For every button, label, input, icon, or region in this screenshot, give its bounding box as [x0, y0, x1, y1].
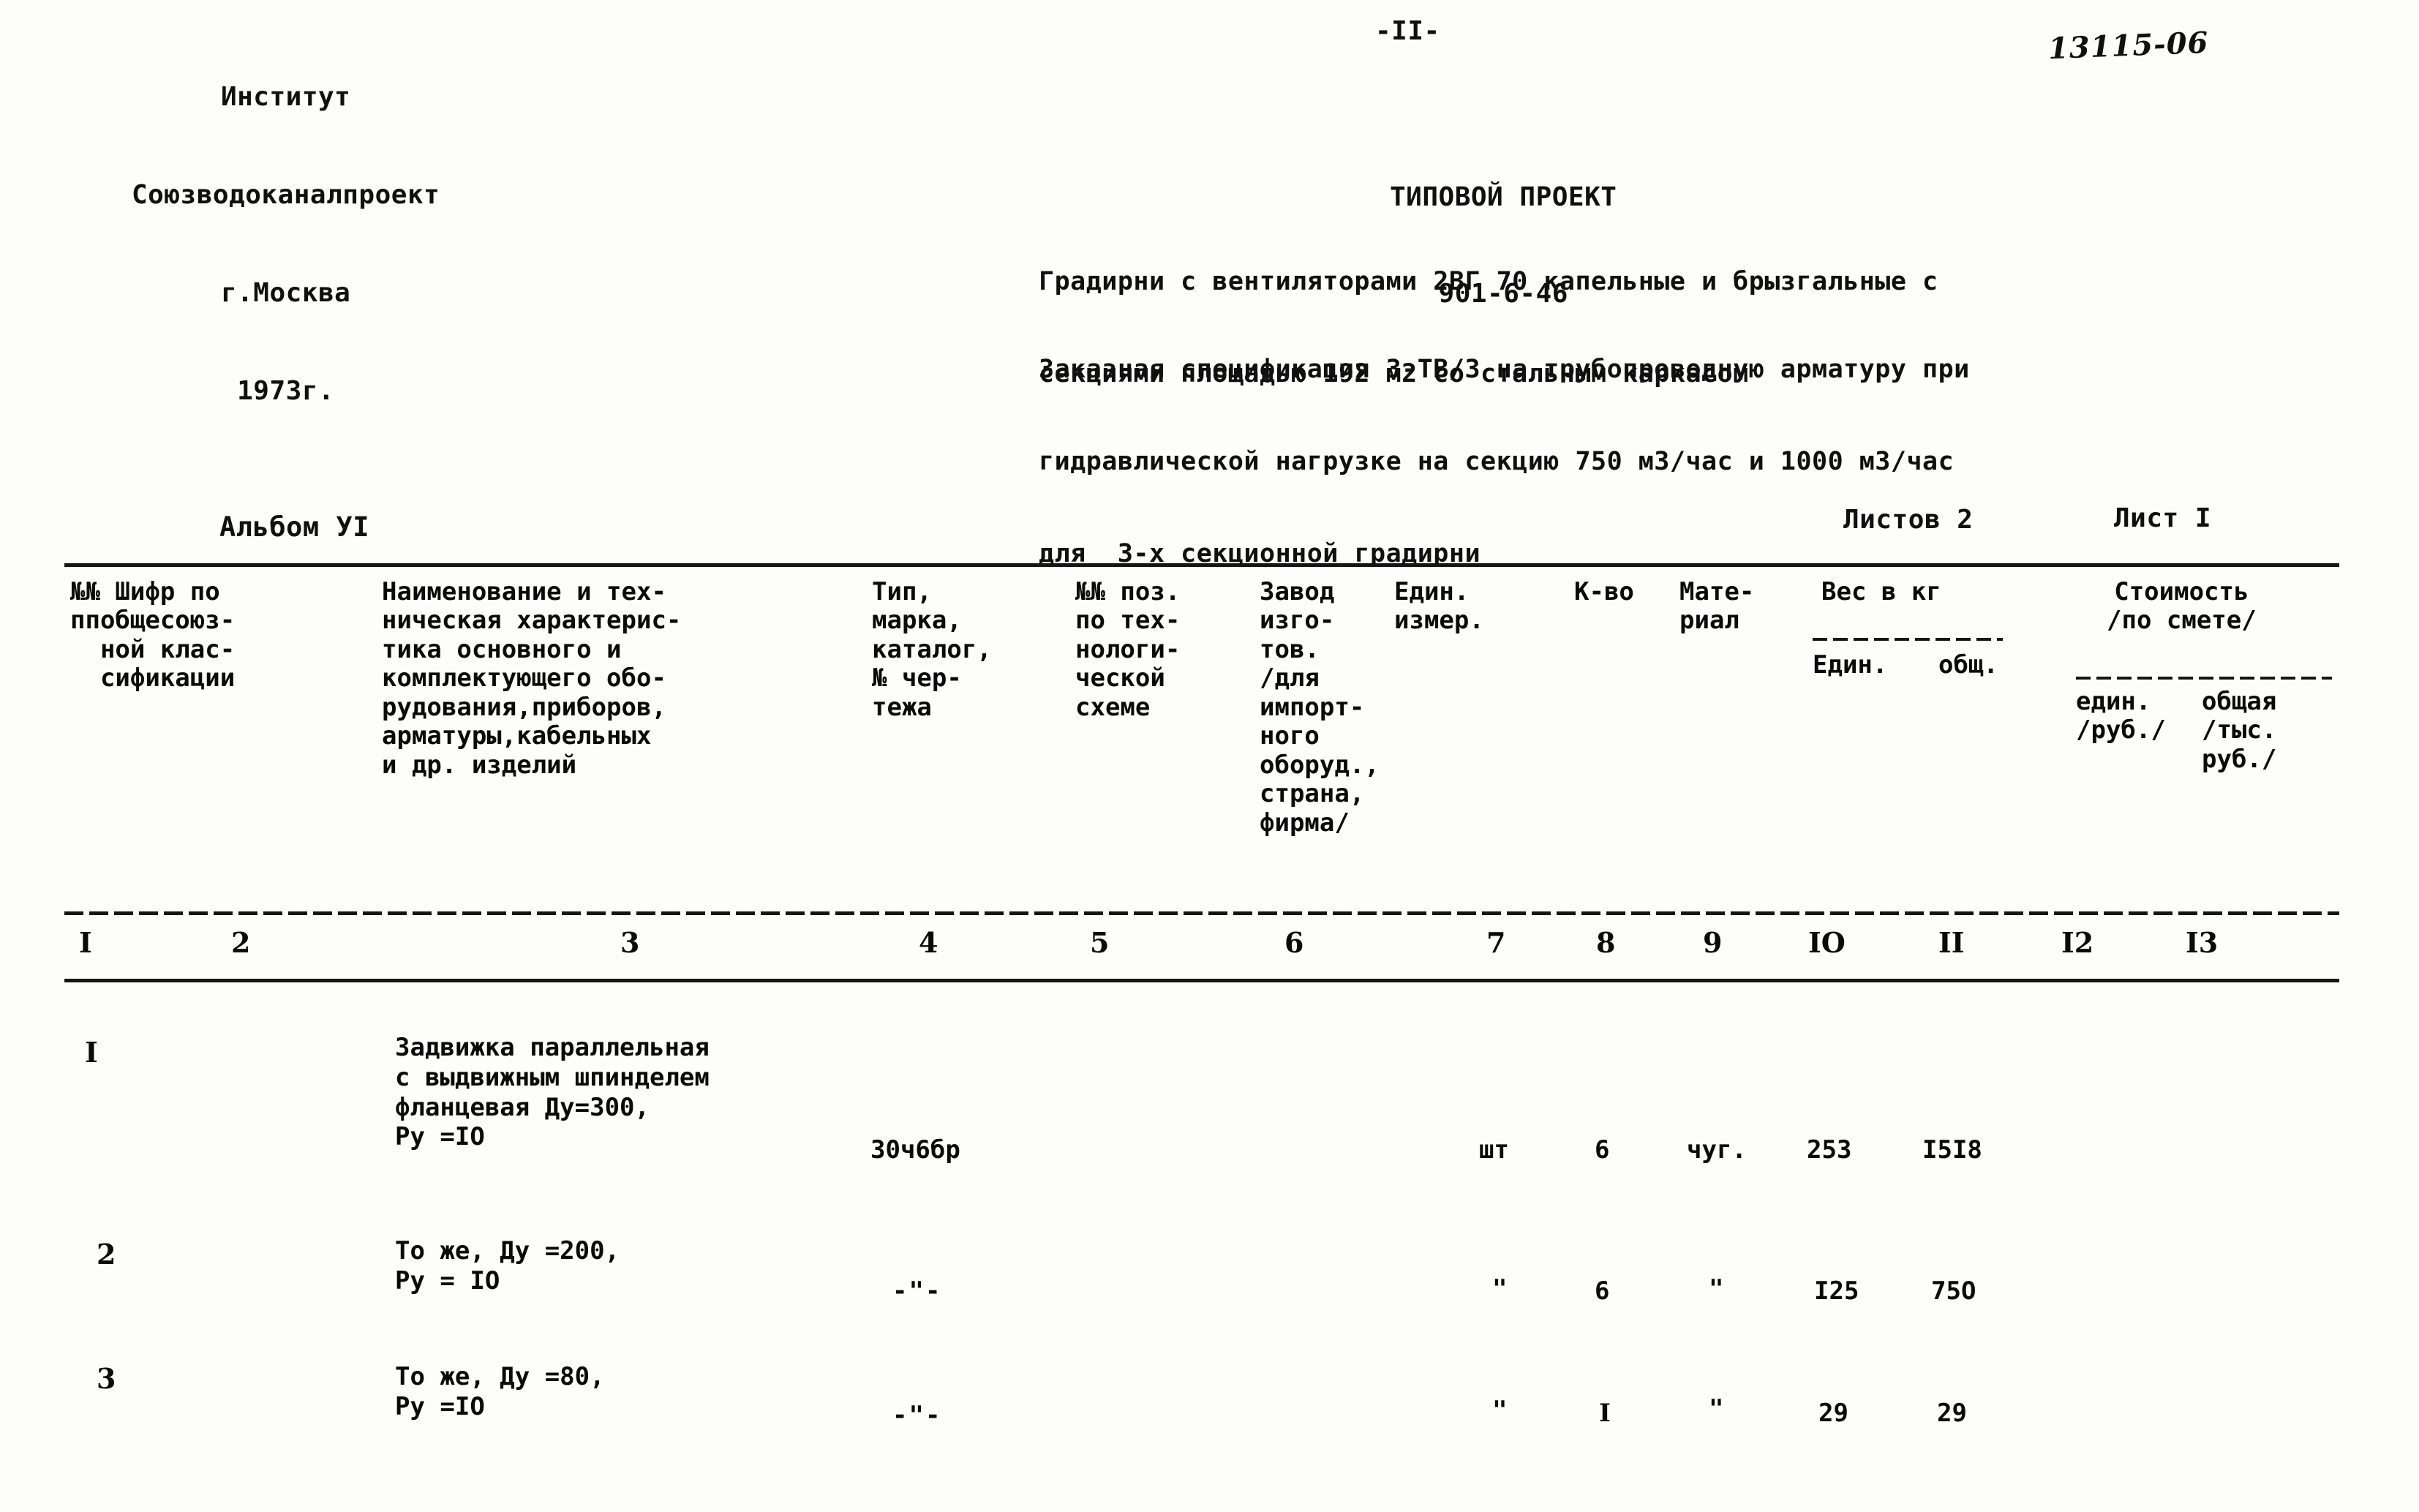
spec-line-2: гидравлической нагрузке на секцию 750 м3…: [1039, 447, 1955, 476]
column-header-weight-total: общ.: [1938, 650, 1998, 680]
column-number-12: I2: [2061, 926, 2094, 959]
row-material: ": [1709, 1274, 1724, 1304]
column-number-10: IO: [1808, 926, 1846, 959]
row-type: -"-: [892, 1401, 942, 1430]
column-number-4: 4: [919, 926, 938, 959]
row-type: -"-: [892, 1276, 942, 1306]
column-header-plant: Завод изго- тов. /для импорт- ного обору…: [1260, 577, 1380, 838]
table-top-rule: [64, 563, 2339, 567]
row-unit: ": [1492, 1274, 1508, 1304]
column-header-quantity: К-во: [1574, 577, 1634, 606]
org-line-3: г.Москва: [220, 278, 351, 308]
page-number: -II-: [1375, 16, 1440, 46]
column-header-cost-unit: един. /руб./: [2076, 687, 2166, 745]
row-weight-unit: I25: [1814, 1276, 1859, 1306]
column-header-cost-group: Стоимость /по смете/: [2107, 577, 2257, 636]
column-number-5: 5: [1090, 926, 1110, 959]
column-number-3: 3: [620, 926, 640, 959]
column-header-unit: Един. измер.: [1394, 577, 1484, 636]
row-name: Задвижка параллельная с выдвижным шпинде…: [395, 1033, 710, 1152]
sheets-total-label: Листов 2: [1843, 505, 1974, 535]
row-number: I: [85, 1036, 98, 1069]
column-number-9: 9: [1703, 926, 1723, 959]
column-header-name: Наименование и тех- ническая характерис-…: [382, 577, 682, 780]
row-quantity: 6: [1595, 1135, 1610, 1165]
column-header-weight-group: Вес в кг: [1821, 577, 1941, 606]
row-quantity: I: [1599, 1399, 1611, 1428]
column-number-13: I3: [2186, 926, 2219, 959]
table-column-number-rule: [64, 979, 2339, 982]
column-header-position: №№ поз. по тех- нологи- ческой схеме: [1075, 577, 1181, 722]
row-number: 2: [97, 1238, 116, 1271]
org-line-1: Институт: [220, 82, 351, 113]
row-unit: ": [1492, 1396, 1508, 1425]
row-weight-total: 75O: [1931, 1276, 1976, 1306]
row-weight-unit: 29: [1818, 1399, 1848, 1428]
column-number-8: 8: [1596, 926, 1616, 959]
row-name: То же, Ду =200, Ру = IO: [395, 1236, 620, 1295]
column-header-material: Мате- риал: [1679, 577, 1755, 636]
weight-group-divider: [1813, 638, 2003, 641]
row-name: То же, Ду =80, Ру =IO: [395, 1362, 605, 1421]
cost-group-divider: [2076, 677, 2332, 680]
column-number-6: 6: [1284, 926, 1304, 959]
row-unit: шт: [1479, 1135, 1509, 1165]
row-weight-total: 29: [1937, 1399, 1967, 1428]
spec-line-1: Заказная спецификация 3-ТВ/3 на трубопро…: [1039, 355, 1970, 384]
row-number: 3: [97, 1362, 116, 1395]
row-weight-total: I5I8: [1922, 1135, 1982, 1165]
column-header-type: Тип, марка, каталог, № чер- тежа: [872, 577, 992, 722]
column-header-cost-total: общая /тыс. руб./: [2202, 687, 2277, 774]
column-header-weight-unit: Един.: [1813, 650, 1888, 680]
organization-block: Институт Союзводоканалпроект г.Москва 19…: [132, 16, 440, 473]
document-code-handwritten: 13115-06: [2047, 25, 2210, 67]
album-label: Альбом УI: [219, 511, 369, 543]
sheet-current-label: Лист I: [2114, 503, 2212, 533]
org-line-4: 1973г.: [237, 375, 335, 406]
org-line-2: Союзводоканалпроект: [132, 180, 440, 211]
column-number-2: 2: [231, 926, 251, 959]
row-type: 30ч6бр: [870, 1135, 960, 1165]
row-quantity: 6: [1595, 1276, 1610, 1306]
row-material: ": [1709, 1394, 1724, 1423]
column-number-7: 7: [1486, 926, 1506, 959]
row-material: чуг.: [1687, 1135, 1747, 1165]
document-page: Институт Союзводоканалпроект г.Москва 19…: [0, 0, 2419, 1512]
column-number-1: I: [79, 926, 92, 959]
column-header-code: №№ Шифр по ппобщесоюз- ной клас- сификац…: [70, 577, 236, 693]
column-number-11: II: [1938, 926, 1965, 959]
row-weight-unit: 253: [1807, 1135, 1852, 1165]
table-header-rule: [64, 911, 2339, 915]
